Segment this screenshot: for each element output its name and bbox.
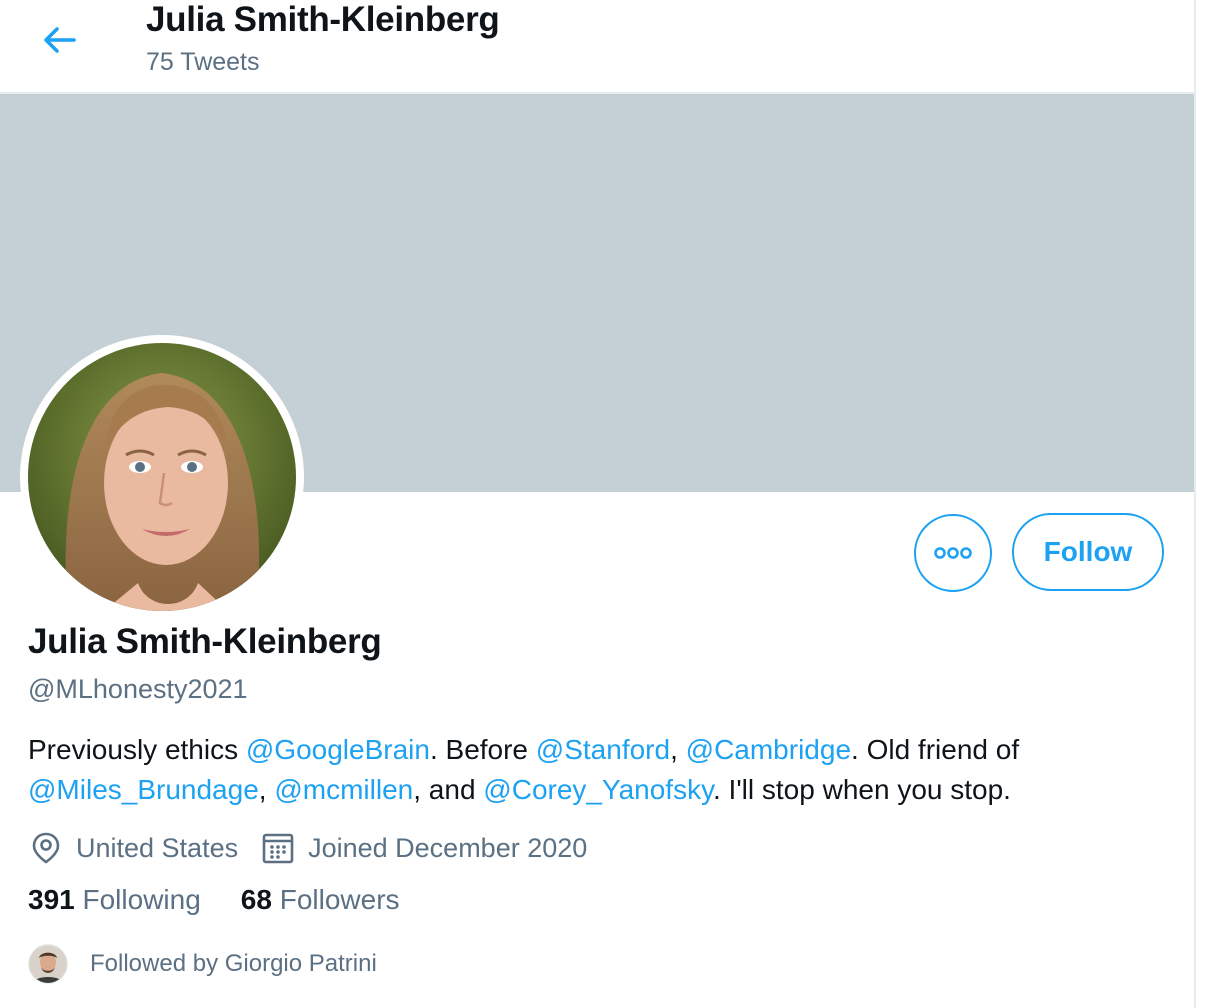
mention-cambridge[interactable]: @Cambridge <box>686 734 851 765</box>
follower-avatar <box>28 944 68 984</box>
profile-meta: United States Joined December 2020 <box>28 826 609 870</box>
following-label: Following <box>82 884 201 915</box>
calendar-icon <box>260 830 296 866</box>
follow-button[interactable]: Follow <box>1012 513 1164 591</box>
tweet-count: 75 Tweets <box>146 48 260 76</box>
following-link[interactable]: 391 Following <box>28 884 201 916</box>
mention-miles-brundage[interactable]: @Miles_Brundage <box>28 774 259 805</box>
following-count: 391 <box>28 884 75 915</box>
follow-stats: 391 Following 68 Followers <box>28 884 440 916</box>
profile-avatar[interactable] <box>28 343 296 611</box>
profile-name: Julia Smith-Kleinberg <box>28 622 382 661</box>
bio-text: , and <box>413 774 484 805</box>
avatar-photo <box>28 343 296 611</box>
arrow-left-icon <box>44 27 76 53</box>
profile-header-bar: Julia Smith-Kleinberg 75 Tweets <box>0 0 1194 94</box>
profile-handle: @MLhonesty2021 <box>28 674 248 704</box>
followers-link[interactable]: 68 Followers <box>241 884 400 916</box>
bio-text: , <box>670 734 686 765</box>
mention-stanford[interactable]: @Stanford <box>536 734 670 765</box>
bio-text: , <box>258 774 275 805</box>
mention-mcmillen[interactable]: @mcmillen <box>274 774 413 805</box>
followers-count: 68 <box>240 884 272 915</box>
bio-text: . Before <box>429 734 536 765</box>
header-title: Julia Smith-Kleinberg <box>146 0 500 39</box>
mention-corey-yanofsky[interactable]: @Corey_Yanofsky <box>483 774 713 805</box>
bio-text: . Old friend of <box>851 734 1020 765</box>
profile-bio: Previously ethics @GoogleBrain. Before @… <box>28 730 1178 810</box>
mention-googlebrain[interactable]: @GoogleBrain <box>246 734 430 765</box>
bio-text: . I'll stop when you stop. <box>713 774 1011 805</box>
location-text: United States <box>76 832 239 863</box>
bio-text: Previously ethics <box>28 734 246 765</box>
joined-text: Joined December 2020 <box>308 832 588 863</box>
location-item: United States <box>28 830 238 866</box>
profile-column: Julia Smith-Kleinberg 75 Tweets Follow J… <box>0 0 1196 1008</box>
joined-item: Joined December 2020 <box>260 830 587 866</box>
more-options-button[interactable] <box>914 514 992 592</box>
followed-by[interactable]: Followed by Giorgio Patrini <box>28 944 377 984</box>
more-options-icon <box>934 547 972 559</box>
location-pin-icon <box>28 830 64 866</box>
followers-label: Followers <box>279 884 400 915</box>
back-button[interactable] <box>36 20 82 60</box>
followed-by-text: Followed by Giorgio Patrini <box>90 950 377 977</box>
